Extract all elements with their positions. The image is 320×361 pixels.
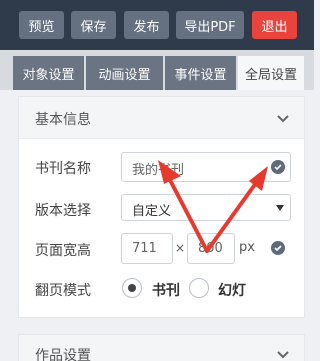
- version-value: 自定义: [132, 204, 172, 219]
- tab-object-settings[interactable]: 对象设置: [13, 56, 84, 90]
- version-label: 版本选择: [35, 203, 91, 219]
- radio-book-label: 书刊: [152, 283, 180, 299]
- times-sign: ×: [175, 241, 186, 255]
- basic-info-panel: 基本信息 书刊名称 我的书刊 版本选择 自定义 页面宽高 711 × 800 p…: [18, 96, 305, 318]
- tab-animation-settings[interactable]: 动画设置: [86, 56, 163, 90]
- page-height-input[interactable]: 800: [187, 233, 235, 264]
- exit-button[interactable]: 退出: [252, 11, 297, 39]
- radio-slide[interactable]: [189, 278, 209, 298]
- save-button[interactable]: 保存: [71, 11, 116, 39]
- preview-button[interactable]: 预览: [19, 11, 64, 39]
- page-width-input[interactable]: 711: [121, 233, 173, 264]
- top-toolbar: 预览 保存 发布 导出PDF 退出: [0, 0, 314, 50]
- version-select[interactable]: 自定义: [121, 194, 291, 221]
- radio-slide-label: 幻灯: [218, 283, 246, 299]
- flip-mode-label: 翻页模式: [35, 283, 91, 299]
- tab-event-settings[interactable]: 事件设置: [165, 56, 236, 90]
- book-name-input[interactable]: 我的书刊: [121, 152, 291, 182]
- dropdown-arrow-icon: [276, 205, 284, 211]
- works-settings-panel[interactable]: 作品设置: [18, 334, 305, 361]
- chevron-down-icon[interactable]: [276, 347, 290, 361]
- book-name-value: 我的书刊: [132, 163, 185, 178]
- chevron-down-icon[interactable]: [276, 111, 290, 125]
- export-pdf-button[interactable]: 导出PDF: [176, 11, 244, 39]
- unit-label: px: [239, 240, 255, 255]
- page-size-label: 页面宽高: [35, 243, 91, 259]
- radio-book[interactable]: [122, 278, 142, 298]
- basic-info-title: 基本信息: [35, 112, 91, 128]
- check-circle-icon: [271, 241, 285, 255]
- page-width-value: 711: [132, 241, 157, 256]
- basic-info-header[interactable]: 基本信息: [19, 97, 304, 139]
- settings-tabs: 对象设置 动画设置 事件设置 全局设置: [0, 50, 314, 90]
- publish-button[interactable]: 发布: [124, 11, 169, 39]
- tab-global-settings[interactable]: 全局设置: [238, 56, 304, 90]
- works-settings-title: 作品设置: [35, 348, 91, 361]
- page-height-value: 800: [198, 241, 223, 256]
- check-circle-icon: [271, 160, 285, 174]
- book-name-label: 书刊名称: [35, 161, 91, 177]
